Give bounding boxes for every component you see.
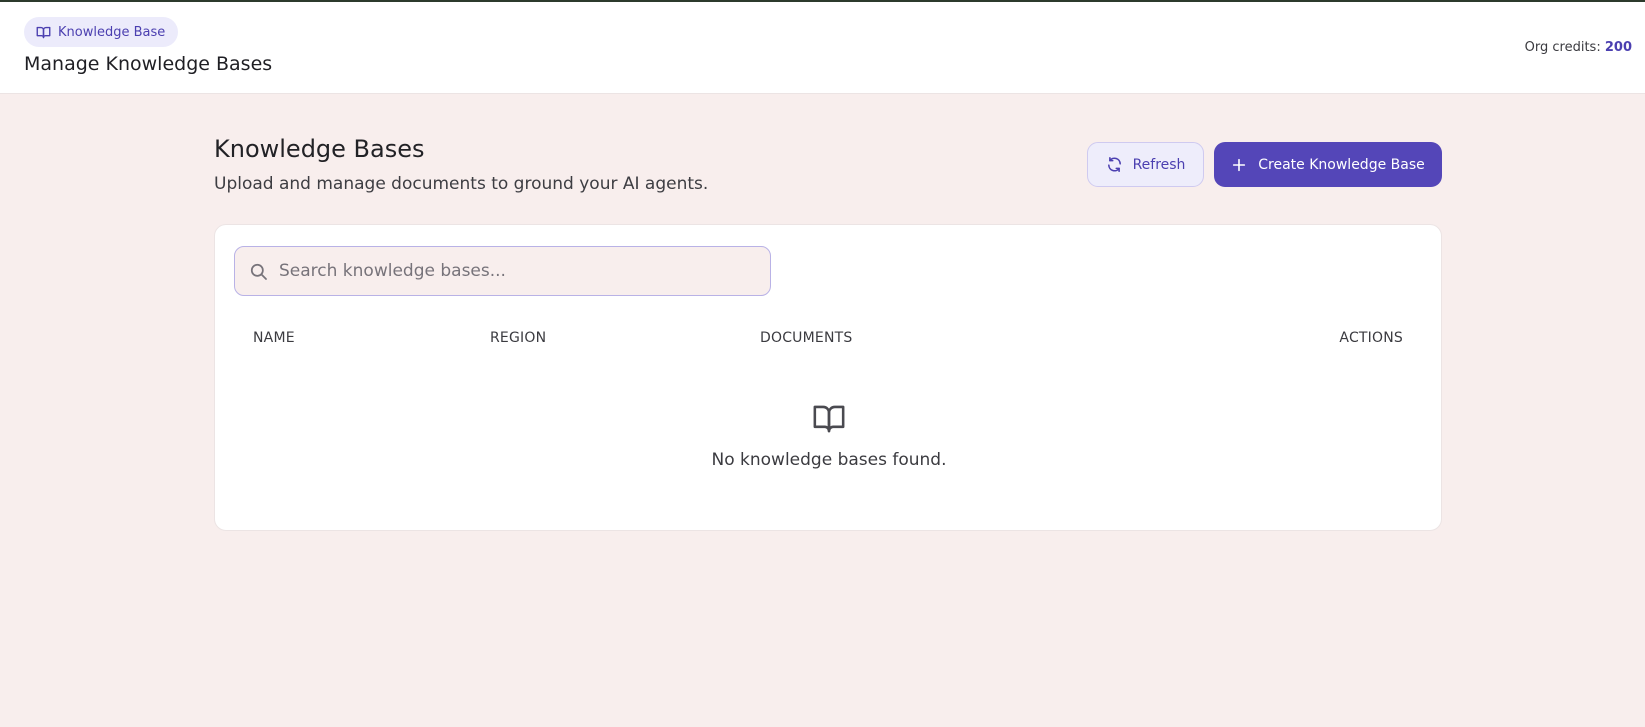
column-header-documents[interactable]: DOCUMENTS <box>760 330 852 346</box>
search-input[interactable] <box>279 247 759 295</box>
refresh-icon <box>1106 156 1123 173</box>
column-header-region[interactable]: REGION <box>490 330 546 346</box>
book-open-icon <box>36 26 51 39</box>
knowledge-bases-card: NAME REGION DOCUMENTS ACTIONS No knowled… <box>214 224 1442 531</box>
breadcrumb-label: Knowledge Base <box>58 24 166 40</box>
refresh-button-label: Refresh <box>1132 156 1186 173</box>
page-header-title: Manage Knowledge Bases <box>24 53 273 75</box>
plus-icon <box>1231 157 1247 173</box>
org-credits: Org credits: 200 <box>1525 40 1632 55</box>
create-knowledge-base-button[interactable]: Create Knowledge Base <box>1214 142 1442 187</box>
page-title: Knowledge Bases <box>214 135 425 163</box>
empty-state-message: No knowledge bases found. <box>711 450 947 470</box>
page-subtitle: Upload and manage documents to ground yo… <box>214 174 709 194</box>
app-header: Knowledge Base Manage Knowledge Bases Or… <box>0 2 1645 94</box>
column-header-actions: ACTIONS <box>1339 330 1403 346</box>
column-header-name[interactable]: NAME <box>253 330 295 346</box>
book-open-icon <box>812 404 846 434</box>
search-box[interactable] <box>234 246 771 296</box>
search-icon <box>249 262 268 281</box>
refresh-button[interactable]: Refresh <box>1087 142 1204 187</box>
credits-value: 200 <box>1604 40 1632 55</box>
breadcrumb[interactable]: Knowledge Base <box>24 17 179 47</box>
credits-label: Org credits: <box>1524 40 1601 55</box>
create-button-label: Create Knowledge Base <box>1258 156 1425 173</box>
